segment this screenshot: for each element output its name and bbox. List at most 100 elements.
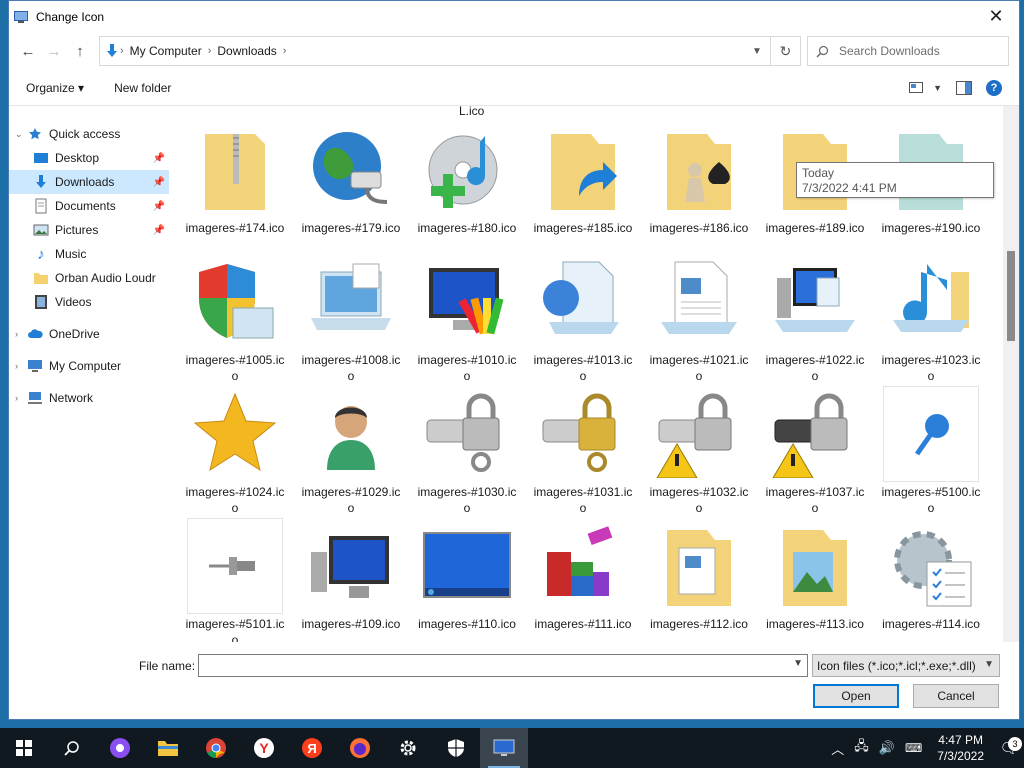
taskbar-firefox[interactable] <box>336 728 384 768</box>
address-bar[interactable]: › My Computer › Downloads › ▼ <box>99 36 771 66</box>
locked-drive-icon <box>419 386 515 482</box>
document-page-icon <box>651 254 747 350</box>
file-tile[interactable]: imageres-#1029.ico <box>301 386 401 516</box>
start-button[interactable] <box>0 728 48 768</box>
taskbar-yandex[interactable]: Я <box>288 728 336 768</box>
help-icon[interactable]: ? <box>986 79 1002 96</box>
nav-orban-audio[interactable]: Orban Audio Loudr <box>9 266 169 290</box>
file-tile[interactable]: imageres-#1013.ico <box>533 254 633 384</box>
file-name: imageres-#112.ico <box>650 617 748 631</box>
organize-button[interactable]: Organize ▾ <box>26 81 84 95</box>
taskbar-display-settings[interactable] <box>480 728 528 768</box>
file-name: imageres-#1031.ico <box>533 485 633 515</box>
file-name-input[interactable]: ▼ <box>198 654 808 677</box>
network-icon[interactable]: 🖧 <box>854 737 869 759</box>
games-folder-icon <box>651 122 747 218</box>
view-options-button[interactable]: ▼ <box>909 81 942 94</box>
close-button[interactable]: ✕ <box>973 1 1019 32</box>
nav-my-computer[interactable]: › My Computer <box>9 354 169 378</box>
scrollbar-thumb[interactable] <box>1007 251 1015 341</box>
file-tile[interactable]: imageres-#174.ico <box>185 122 285 236</box>
taskbar-settings[interactable] <box>384 728 432 768</box>
nav-label: Desktop <box>55 151 100 165</box>
file-tile[interactable]: imageres-#1021.ico <box>649 254 749 384</box>
arrow-left-icon: ← <box>20 42 36 60</box>
chevron-down-icon[interactable]: ▼ <box>793 658 803 669</box>
file-tile[interactable]: imageres-#113.ico <box>765 518 865 632</box>
view-icon <box>909 81 924 93</box>
refresh-button[interactable]: ↻ <box>771 36 801 66</box>
music-note-icon: ♪ <box>37 245 45 263</box>
file-tile[interactable]: imageres-#5100.ico <box>881 386 981 516</box>
window-title: Change Icon <box>36 9 105 24</box>
nav-desktop[interactable]: Desktop 📌 <box>9 146 169 170</box>
file-tile[interactable]: imageres-#109.ico <box>301 518 401 632</box>
file-tile[interactable]: imageres-#110.ico <box>417 518 517 632</box>
file-name: imageres-#1008.ico <box>301 353 401 383</box>
file-tile[interactable]: imageres-#111.ico <box>533 518 633 632</box>
language-icon[interactable]: ⌨ <box>905 741 922 755</box>
chevron-down-icon[interactable]: ▼ <box>744 46 770 57</box>
open-button[interactable]: Open <box>813 684 899 708</box>
breadcrumb-downloads[interactable]: Downloads <box>217 44 276 58</box>
display-color-icon <box>419 254 515 350</box>
nav-videos[interactable]: Videos <box>9 290 169 314</box>
file-tile[interactable]: imageres-#186.ico <box>649 122 749 236</box>
nav-quick-access[interactable]: ⌄ Quick access <box>9 122 169 146</box>
breadcrumb-my-computer[interactable]: My Computer <box>130 44 202 58</box>
new-folder-button[interactable]: New folder <box>114 81 171 95</box>
file-tile[interactable]: imageres-#1010.ico <box>417 254 517 384</box>
file-tile[interactable]: imageres-#1023.ico <box>881 254 981 384</box>
back-button[interactable]: ← <box>15 38 41 64</box>
nav-documents[interactable]: Documents 📌 <box>9 194 169 218</box>
nav-label: Network <box>49 391 94 405</box>
file-tile[interactable]: imageres-#1037.ico <box>765 386 865 516</box>
chevron-down-icon: ⌄ <box>15 128 23 139</box>
taskbar-security[interactable] <box>432 728 480 768</box>
preview-pane-icon[interactable] <box>956 80 972 95</box>
file-tile[interactable]: imageres-#179.ico <box>301 122 401 236</box>
file-tile[interactable]: imageres-#1008.ico <box>301 254 401 384</box>
taskbar-yandex-browser[interactable]: Y <box>240 728 288 768</box>
nav-network[interactable]: › Network <box>9 386 169 410</box>
cancel-button[interactable]: Cancel <box>913 684 999 708</box>
file-tile[interactable]: imageres-#1005.ico <box>185 254 285 384</box>
taskbar-file-explorer[interactable] <box>144 728 192 768</box>
nav-music[interactable]: ♪ Music <box>9 242 169 266</box>
file-name: imageres-#190.ico <box>881 221 981 235</box>
chevron-up-icon[interactable]: ︿ <box>831 739 844 758</box>
forward-button[interactable]: → <box>41 38 67 64</box>
file-tile[interactable]: imageres-#1024.ico <box>185 386 285 516</box>
file-tile[interactable]: imageres-#114.ico <box>881 518 981 632</box>
desktop-icon <box>33 150 49 166</box>
up-button[interactable]: ↑ <box>67 38 93 64</box>
nav-downloads[interactable]: Downloads 📌 <box>9 170 169 194</box>
file-tile[interactable]: imageres-#1022.ico <box>765 254 865 384</box>
file-tile[interactable]: imageres-#5101.ico <box>185 518 285 642</box>
file-type-select[interactable]: Icon files (*.ico;*.icl;*.exe;*.dll) ▼ <box>812 654 1000 677</box>
taskbar-chrome[interactable] <box>192 728 240 768</box>
shield-icon <box>448 739 464 757</box>
partial-file-label: L.ico <box>459 106 485 118</box>
search-button[interactable] <box>48 728 96 768</box>
nav-onedrive[interactable]: › OneDrive <box>9 322 169 346</box>
file-tile[interactable]: imageres-#1032.ico <box>649 386 749 516</box>
notification-button[interactable]: 🗨 3 <box>994 737 1024 757</box>
change-icon-dialog: Change Icon ✕ ← → ↑ › My Computer › Down… <box>8 0 1020 720</box>
file-tile[interactable]: imageres-#112.ico <box>649 518 749 632</box>
title-bar: Change Icon ✕ <box>9 1 1019 32</box>
search-input[interactable]: Search Downloads <box>807 36 1009 66</box>
user-icon <box>303 386 399 482</box>
vertical-scrollbar[interactable] <box>1003 106 1019 642</box>
clock[interactable]: 4:47 PM 7/3/2022 <box>937 732 984 764</box>
file-tile[interactable]: imageres-#185.ico <box>533 122 633 236</box>
file-tile[interactable]: imageres-#1030.ico <box>417 386 517 516</box>
nav-label: Videos <box>55 295 92 309</box>
zip-folder-icon <box>187 122 283 218</box>
file-tile[interactable]: imageres-#1031.ico <box>533 386 633 516</box>
taskbar-alice-assistant[interactable] <box>96 728 144 768</box>
file-tile[interactable]: imageres-#180.ico <box>417 122 517 236</box>
nav-pictures[interactable]: Pictures 📌 <box>9 218 169 242</box>
volume-icon[interactable]: 🔊 <box>879 740 895 756</box>
file-name: imageres-#5101.ico <box>185 617 285 642</box>
